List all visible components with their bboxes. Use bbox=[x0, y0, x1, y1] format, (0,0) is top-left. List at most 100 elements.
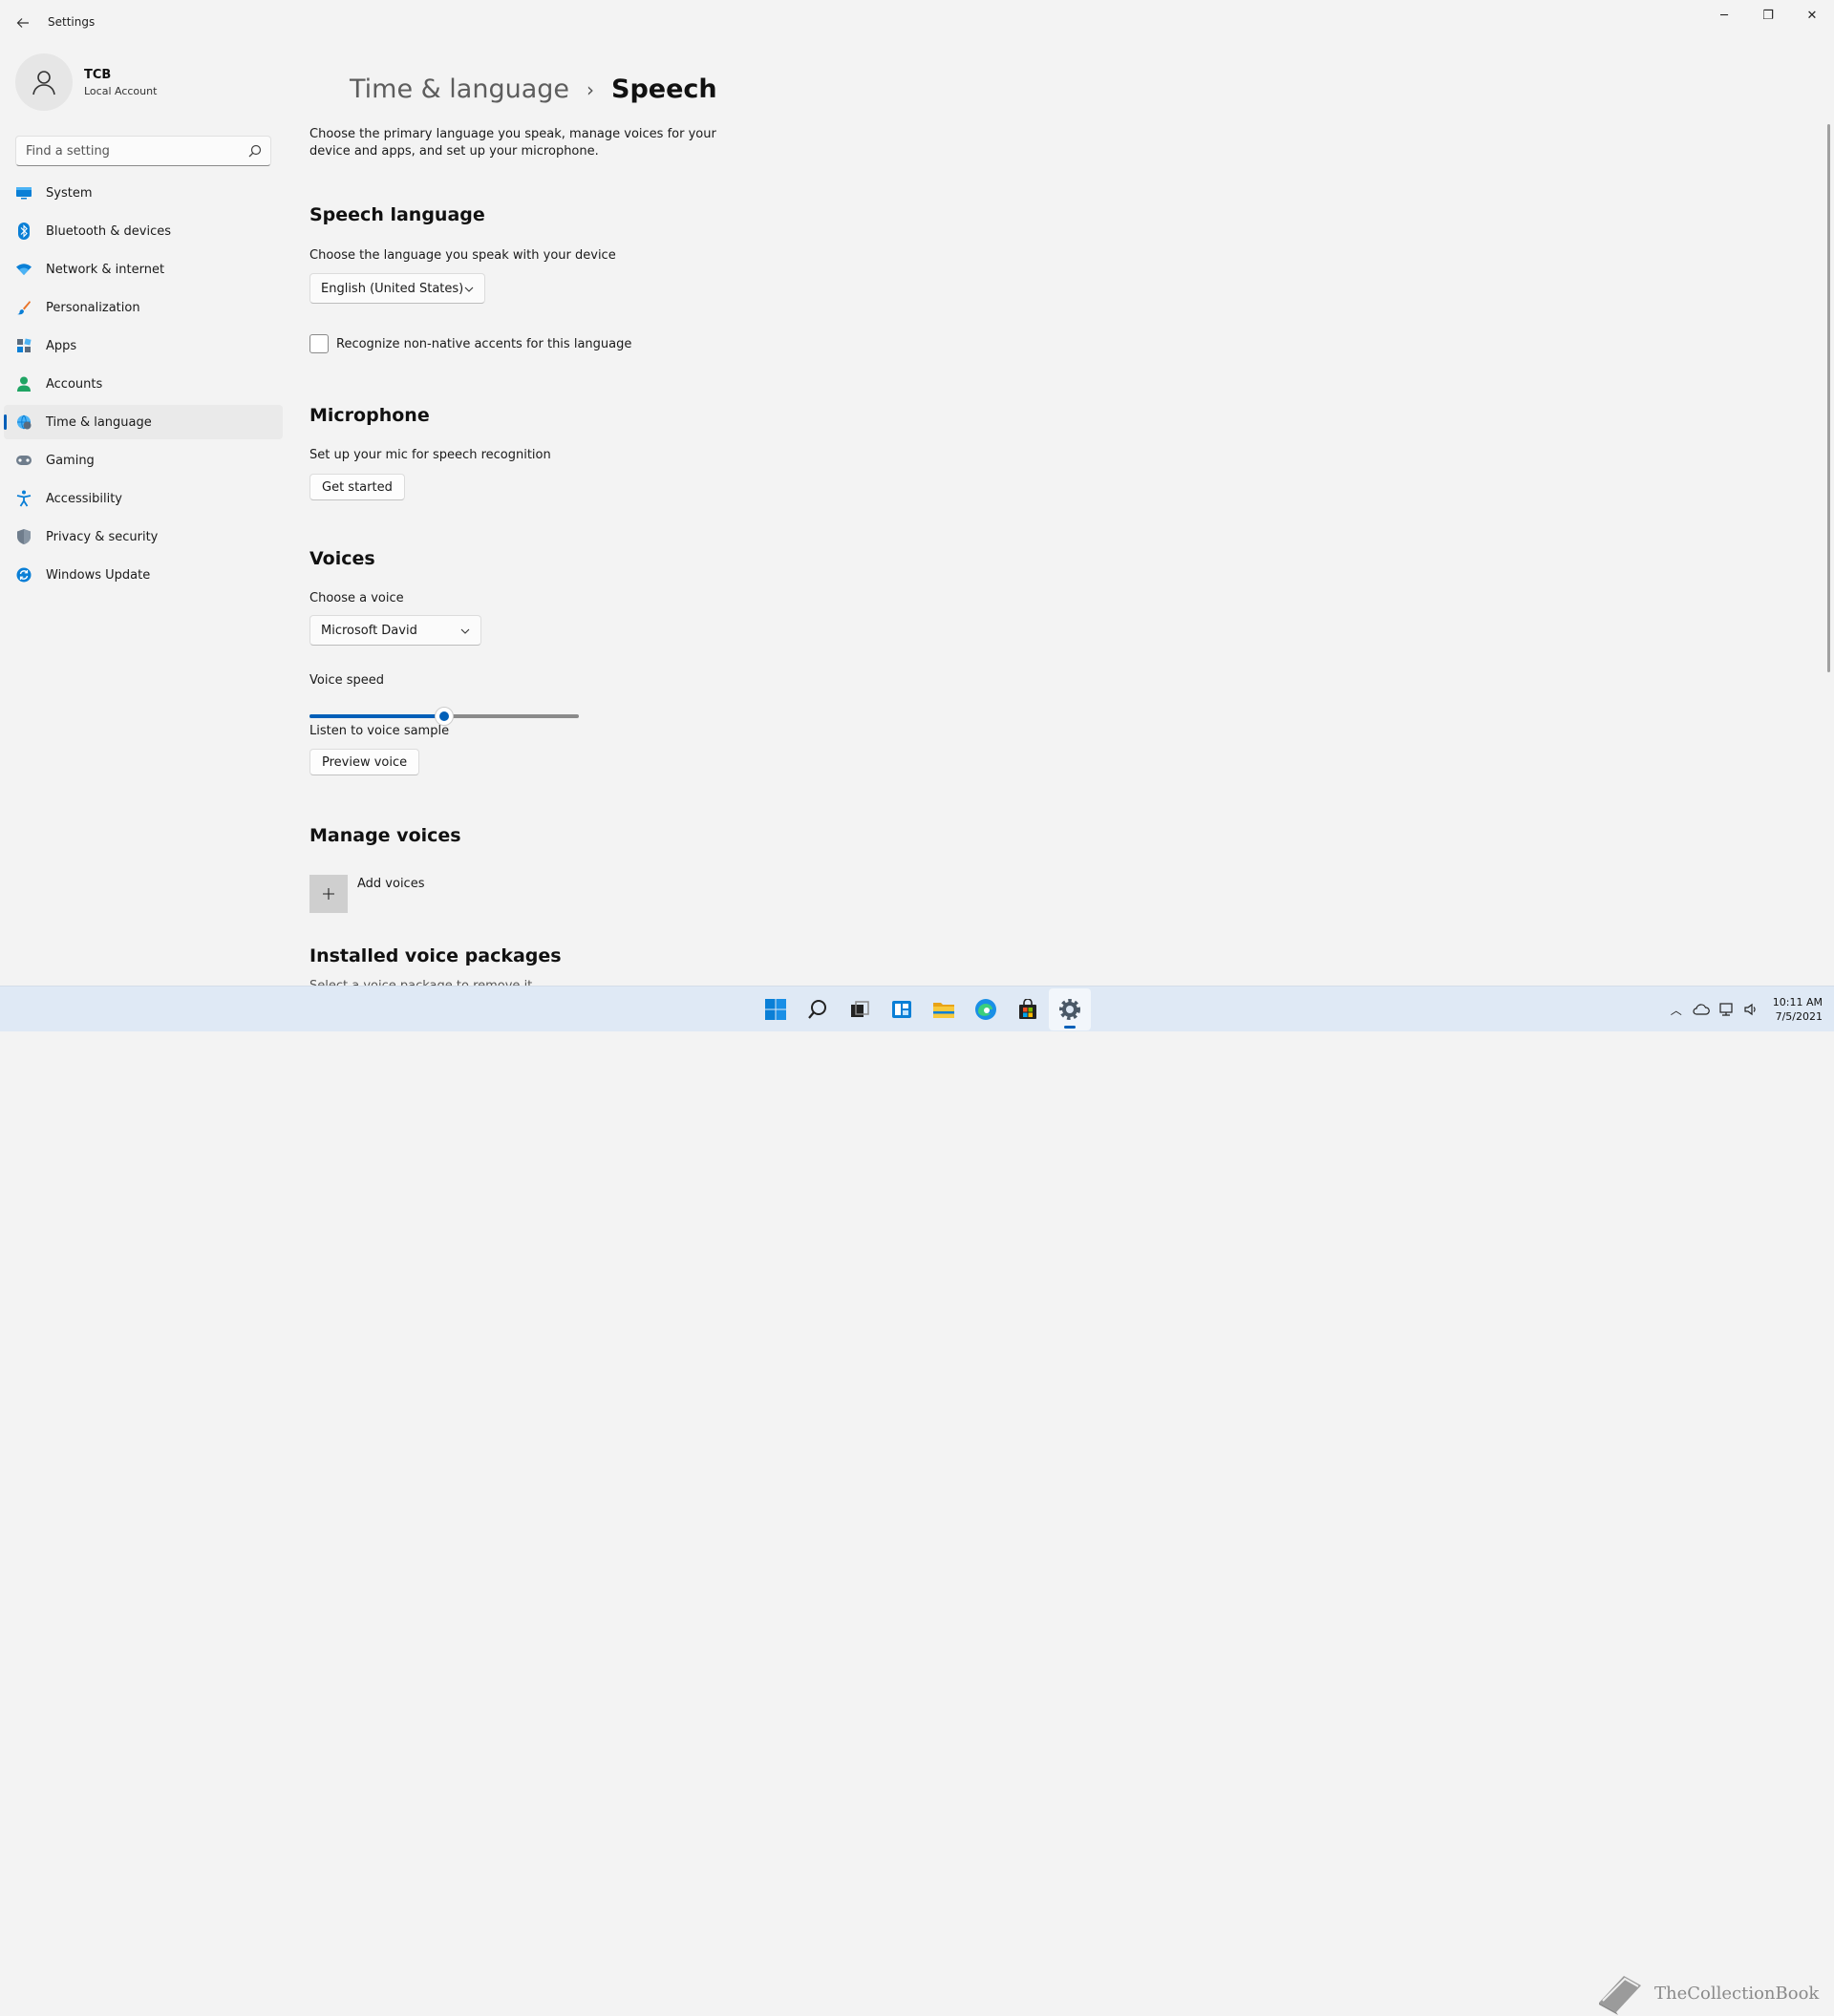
clock-date: 7/5/2021 bbox=[1775, 1010, 1823, 1023]
voice-value: Microsoft David bbox=[321, 623, 417, 638]
restore-icon: ❐ bbox=[1762, 8, 1774, 23]
sidebar-item-apps[interactable]: Apps bbox=[4, 329, 283, 363]
settings-window: Settings ─ ❐ ✕ TCB Local Account System … bbox=[0, 0, 1834, 987]
speech-language-label: Choose the language you speak with your … bbox=[309, 248, 616, 263]
speech-language-dropdown[interactable]: English (United States) bbox=[309, 273, 485, 304]
sidebar-item-label: Windows Update bbox=[46, 567, 151, 583]
microphone-heading: Microphone bbox=[309, 405, 430, 426]
monitor-icon bbox=[15, 184, 32, 202]
sidebar-item-accounts[interactable]: Accounts bbox=[4, 367, 283, 401]
preview-voice-button[interactable]: Preview voice bbox=[309, 749, 420, 775]
slider-fill bbox=[309, 714, 444, 718]
profile-name: TCB bbox=[84, 67, 112, 82]
task-view-button[interactable] bbox=[839, 988, 881, 1030]
edge-button[interactable] bbox=[965, 988, 1007, 1030]
arrow-left-icon bbox=[16, 18, 29, 28]
close-button[interactable]: ✕ bbox=[1790, 0, 1834, 31]
store-button[interactable] bbox=[1007, 988, 1049, 1030]
sidebar-item-accessibility[interactable]: Accessibility bbox=[4, 481, 283, 516]
back-button[interactable] bbox=[11, 11, 34, 34]
sidebar-item-windows-update[interactable]: Windows Update bbox=[4, 558, 283, 592]
sidebar-item-bluetooth[interactable]: Bluetooth & devices bbox=[4, 214, 283, 248]
person-outline-icon bbox=[32, 71, 55, 95]
manage-voices-heading: Manage voices bbox=[309, 825, 461, 846]
brush-icon bbox=[15, 299, 32, 316]
sidebar-item-label: Bluetooth & devices bbox=[46, 223, 171, 239]
system-tray: ︿ 10:11 AM 7/5/2021 bbox=[1662, 987, 1823, 1032]
sidebar-item-label: Gaming bbox=[46, 453, 95, 468]
taskbar-search-button[interactable] bbox=[797, 988, 839, 1030]
apps-icon bbox=[15, 337, 32, 354]
network-tray-button[interactable] bbox=[1716, 999, 1737, 1020]
sidebar-item-privacy[interactable]: Privacy & security bbox=[4, 520, 283, 554]
book-icon bbox=[1599, 1976, 1641, 2015]
edge-icon bbox=[975, 999, 996, 1020]
onedrive-tray-button[interactable] bbox=[1691, 999, 1712, 1020]
user-profile[interactable]: TCB Local Account bbox=[15, 53, 157, 111]
ethernet-icon bbox=[1719, 1003, 1733, 1016]
chevron-right-icon: › bbox=[586, 77, 595, 101]
start-button[interactable] bbox=[755, 988, 797, 1030]
volume-tray-button[interactable] bbox=[1740, 999, 1761, 1020]
add-voices-label[interactable]: Add voices bbox=[357, 877, 424, 891]
slider-thumb[interactable] bbox=[435, 707, 454, 726]
breadcrumb-parent[interactable]: Time & language bbox=[350, 74, 569, 104]
file-explorer-icon bbox=[933, 1003, 954, 1018]
sidebar-item-label: Accounts bbox=[46, 376, 103, 392]
sidebar-item-gaming[interactable]: Gaming bbox=[4, 443, 283, 477]
person-icon bbox=[15, 375, 32, 393]
shield-icon bbox=[15, 528, 32, 545]
taskbar-clock[interactable]: 10:11 AM 7/5/2021 bbox=[1773, 995, 1823, 1024]
plus-icon bbox=[323, 888, 334, 900]
watermark-text: TheCollectionBook bbox=[1654, 1983, 1820, 2004]
voice-speed-slider[interactable] bbox=[309, 707, 579, 726]
sidebar-item-personalization[interactable]: Personalization bbox=[4, 290, 283, 325]
bluetooth-icon bbox=[15, 223, 32, 240]
maximize-button[interactable]: ❐ bbox=[1746, 0, 1790, 31]
file-explorer-button[interactable] bbox=[923, 988, 965, 1030]
add-voices-button[interactable] bbox=[309, 875, 348, 913]
search-icon bbox=[808, 1000, 826, 1019]
profile-account-type: Local Account bbox=[84, 84, 158, 97]
sidebar-item-network[interactable]: Network & internet bbox=[4, 252, 283, 286]
microphone-label: Set up your mic for speech recognition bbox=[309, 448, 551, 462]
sidebar-item-label: Time & language bbox=[46, 414, 152, 430]
search-icon[interactable] bbox=[247, 143, 263, 159]
title-bar: Settings ─ ❐ ✕ bbox=[0, 0, 1834, 46]
task-view-icon bbox=[851, 1001, 869, 1017]
get-started-button[interactable]: Get started bbox=[309, 474, 405, 500]
close-icon: ✕ bbox=[1806, 8, 1818, 23]
gamepad-icon bbox=[15, 452, 32, 469]
sidebar-item-label: Personalization bbox=[46, 300, 140, 315]
sidebar-item-label: Privacy & security bbox=[46, 529, 159, 544]
page-description: Choose the primary language you speak, m… bbox=[309, 127, 716, 159]
sidebar-item-system[interactable]: System bbox=[4, 176, 283, 210]
content-scrollbar[interactable] bbox=[1827, 124, 1830, 672]
taskbar-apps bbox=[755, 987, 1091, 1032]
window-controls: ─ ❐ ✕ bbox=[1702, 0, 1834, 31]
avatar bbox=[15, 53, 73, 111]
sidebar-item-label: System bbox=[46, 185, 93, 201]
tray-overflow-button[interactable]: ︿ bbox=[1666, 999, 1687, 1020]
voice-dropdown[interactable]: Microsoft David bbox=[309, 615, 481, 646]
accent-checkbox-row[interactable]: Recognize non-native accents for this la… bbox=[309, 334, 631, 353]
non-native-accent-checkbox[interactable] bbox=[309, 334, 329, 353]
store-icon bbox=[1019, 999, 1036, 1019]
voice-sample-label: Listen to voice sample bbox=[309, 724, 450, 738]
speech-language-value: English (United States) bbox=[321, 281, 464, 296]
cloud-icon bbox=[1693, 1004, 1710, 1015]
wifi-icon bbox=[15, 261, 32, 278]
search-input[interactable] bbox=[16, 137, 236, 165]
minimize-icon: ─ bbox=[1720, 8, 1728, 23]
sidebar-item-label: Network & internet bbox=[46, 262, 165, 277]
widgets-icon bbox=[892, 1001, 911, 1018]
chevron-down-icon bbox=[464, 286, 474, 292]
sidebar-item-time-language[interactable]: Time & language bbox=[4, 405, 283, 439]
sidebar-item-label: Accessibility bbox=[46, 491, 122, 506]
minimize-button[interactable]: ─ bbox=[1702, 0, 1746, 31]
speech-language-heading: Speech language bbox=[309, 204, 485, 225]
widgets-button[interactable] bbox=[881, 988, 923, 1030]
settings-taskbar-button[interactable] bbox=[1049, 988, 1091, 1030]
page-title: Speech bbox=[611, 74, 717, 104]
app-title: Settings bbox=[48, 15, 96, 29]
